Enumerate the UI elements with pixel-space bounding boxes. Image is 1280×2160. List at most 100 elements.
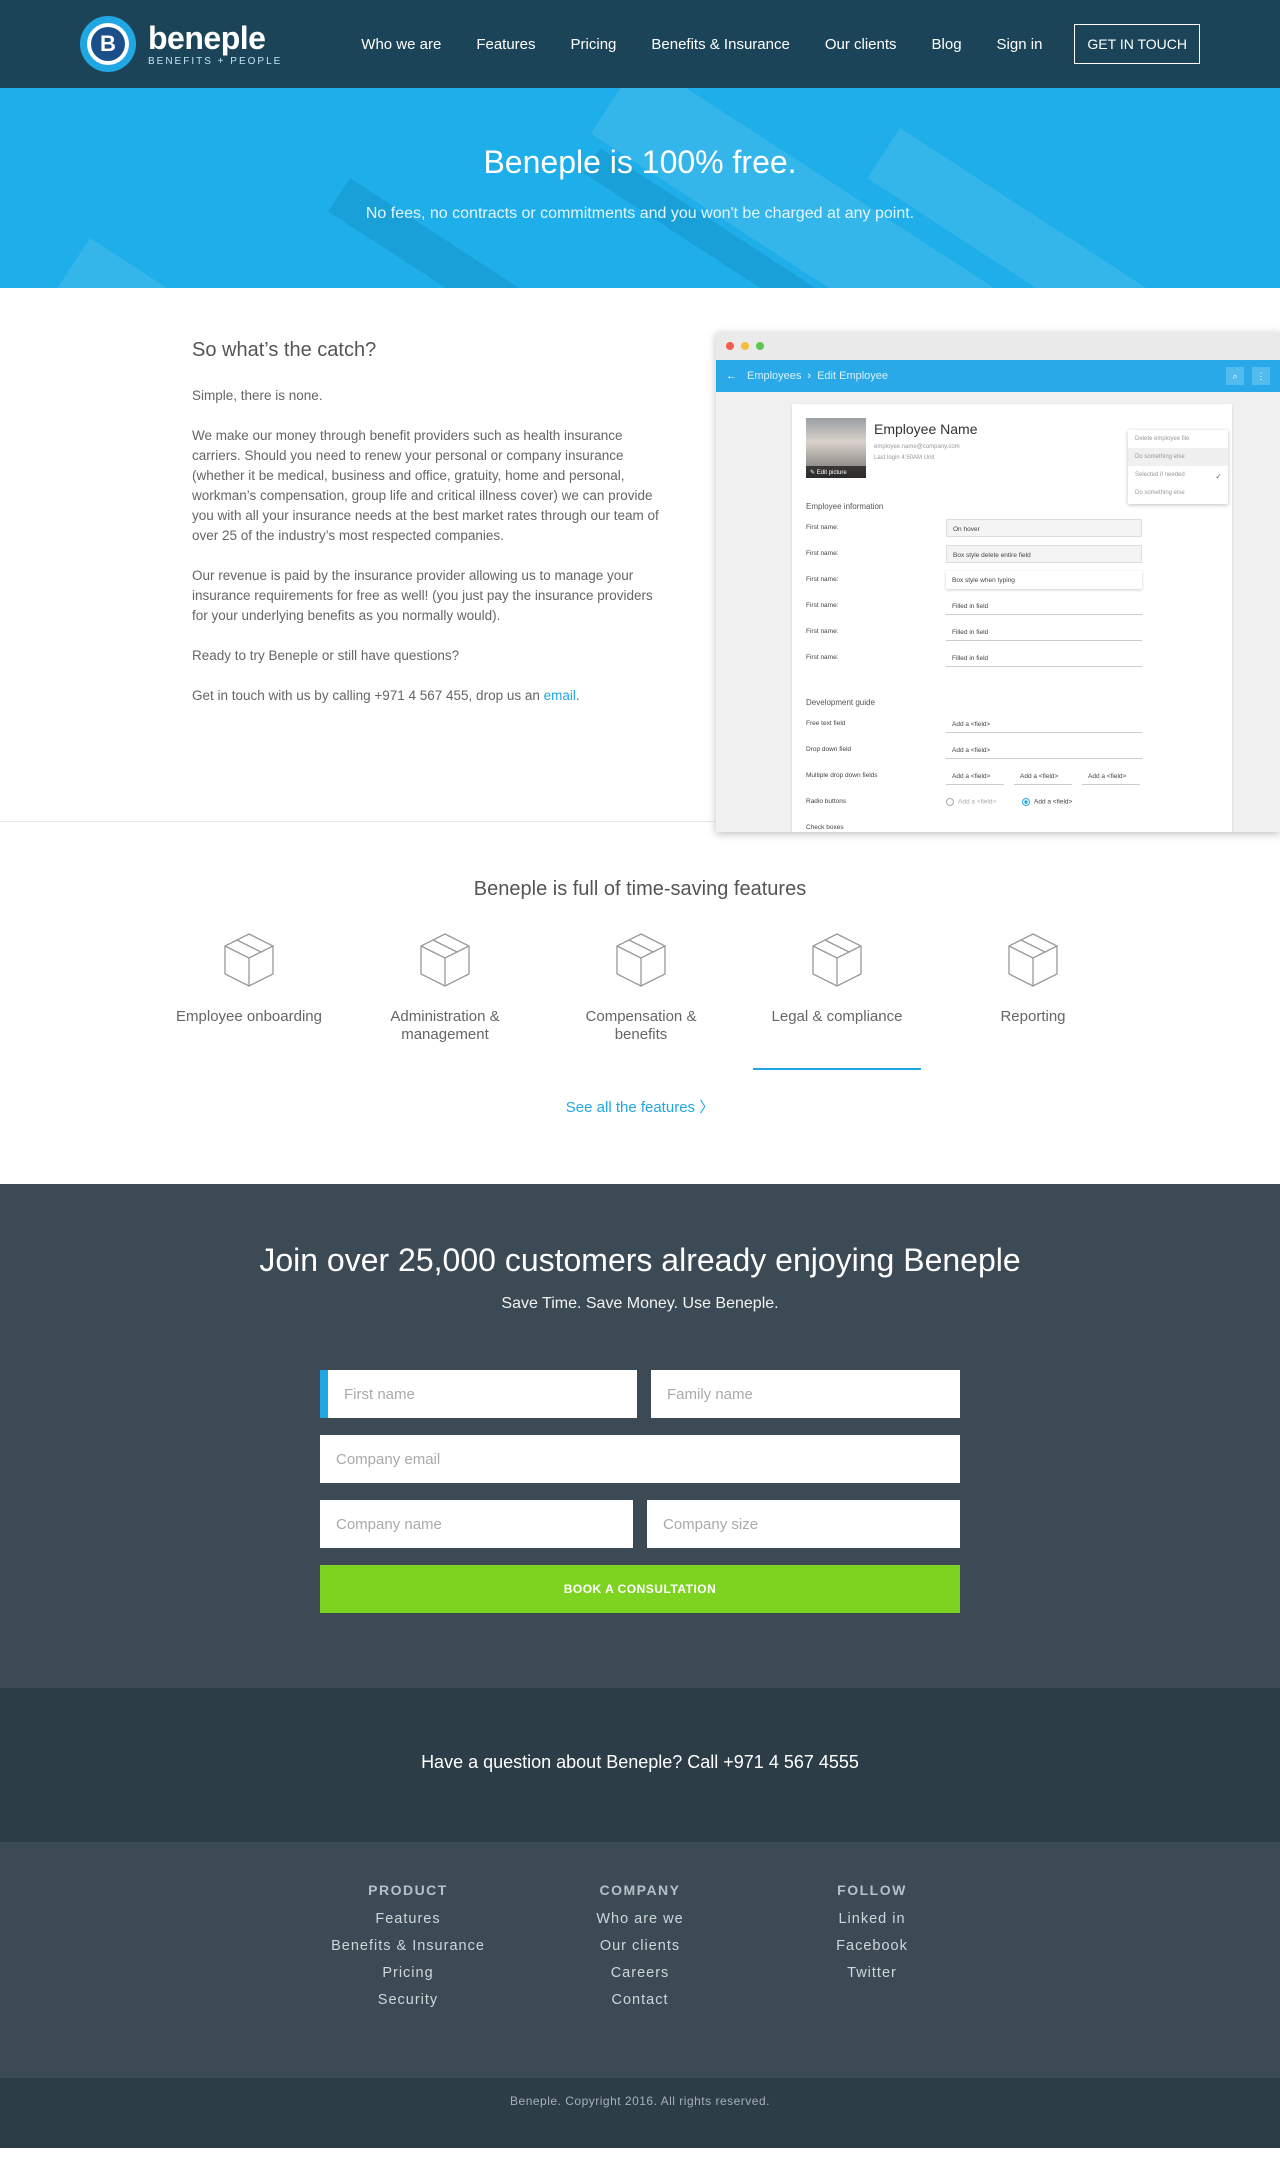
more-icon: ⋮: [1252, 367, 1270, 385]
signup-section: Join over 25,000 customers already enjoy…: [0, 1184, 1280, 1688]
edit-picture-label: ✎ Edit picture: [806, 466, 866, 478]
footer-link-pricing[interactable]: Pricing: [292, 1960, 524, 1987]
catch-paragraph: Our revenue is paid by the insurance pro…: [192, 568, 653, 623]
consultation-form: BOOK A CONSULTATION: [320, 1370, 960, 1613]
app-mockup: ← Employees › Edit Employee ⌕ ⋮ ✎ Edit p…: [716, 332, 1280, 832]
call-text: Have a question about Beneple? Call +971…: [421, 1752, 859, 1772]
feature-tabs: Employee onboarding Administration & man…: [151, 930, 1131, 1070]
main-nav: Who we are Features Pricing Benefits & I…: [326, 24, 1200, 64]
nav-blog[interactable]: Blog: [932, 36, 962, 53]
form-row: First name: Box style delete entire fiel…: [806, 542, 1232, 568]
employee-avatar: ✎ Edit picture: [806, 418, 866, 478]
see-all-features-link[interactable]: See all the features 〉: [0, 1096, 1280, 1117]
nav-features[interactable]: Features: [476, 36, 535, 53]
nav-our-clients[interactable]: Our clients: [825, 36, 897, 53]
radio-selected-icon: [1022, 798, 1030, 806]
footer-link-our-clients[interactable]: Our clients: [524, 1933, 756, 1960]
features-heading: Beneple is full of time-saving features: [473, 878, 807, 900]
nav-benefits-insurance[interactable]: Benefits & Insurance: [651, 36, 789, 53]
section-employee-information: Employee information: [806, 502, 884, 511]
logo-name: beneple: [148, 19, 266, 56]
breadcrumb-separator: ›: [807, 370, 812, 382]
feature-legal-compliance[interactable]: Legal & compliance: [739, 930, 935, 1070]
copyright-text: Beneple. Copyright 2016. All rights rese…: [510, 2094, 770, 2108]
logo-tagline: BENEFITS + PEOPLE: [148, 55, 283, 67]
email-link[interactable]: email: [544, 688, 576, 703]
company-name-field[interactable]: [320, 1500, 633, 1548]
copyright-bar: Beneple. Copyright 2016. All rights rese…: [0, 2078, 1280, 2148]
menu-item: Delete employee file: [1135, 436, 1190, 442]
catch-paragraph: Get in touch with us by calling +971 4 5…: [192, 688, 580, 703]
feature-reporting[interactable]: Reporting: [935, 930, 1131, 1070]
get-in-touch-button[interactable]: GET IN TOUCH: [1074, 24, 1200, 64]
box-icon: [1008, 933, 1058, 987]
hero-subtitle: No fees, no contracts or commitments and…: [365, 205, 915, 222]
box-icon: [812, 933, 862, 987]
box-icon: [420, 933, 470, 987]
employee-name: Employee Name: [874, 421, 978, 437]
window-titlebar: [716, 332, 1280, 360]
maximize-dot-icon: [756, 342, 764, 350]
mockup-app-bar: ← Employees › Edit Employee ⌕ ⋮: [716, 360, 1280, 392]
company-size-field[interactable]: [647, 1500, 960, 1548]
footer-link-careers[interactable]: Careers: [524, 1960, 756, 1987]
first-name-field[interactable]: [320, 1370, 637, 1418]
footer-link-benefits-insurance[interactable]: Benefits & Insurance: [292, 1933, 524, 1960]
radio-icon: [946, 798, 954, 806]
form-row: Multiple drop down fields Add a <field> …: [806, 764, 1232, 790]
logo[interactable]: B beneple BENEFITS + PEOPLE: [80, 16, 282, 72]
employee-last-login: Last login 4:50AM Unit: [874, 455, 935, 461]
back-arrow-icon: ←: [726, 370, 737, 382]
search-icon: ⌕: [1226, 367, 1244, 385]
feature-administration-management[interactable]: Administration & management: [347, 930, 543, 1070]
feature-employee-onboarding[interactable]: Employee onboarding: [151, 930, 347, 1070]
nav-pricing[interactable]: Pricing: [571, 36, 617, 53]
breadcrumb-edit-employee: Edit Employee: [817, 370, 889, 382]
menu-item: Do something else: [1135, 490, 1185, 496]
site-header: B beneple BENEFITS + PEOPLE Who we are F…: [0, 0, 1280, 88]
footer-link-linkedin[interactable]: Linked in: [756, 1906, 988, 1933]
call-banner: Have a question about Beneple? Call +971…: [0, 1688, 1280, 1842]
employee-card: ✎ Edit picture Employee Name employee.na…: [792, 404, 1232, 832]
form-row: Free text field Add a <field>: [806, 712, 1232, 738]
footer-link-twitter[interactable]: Twitter: [756, 1960, 988, 1987]
form-row: Radio buttons Add a <field> Add a <field…: [806, 798, 1073, 806]
employee-email: employee.name@company.com: [874, 444, 960, 450]
features-section: Beneple is full of time-saving features …: [0, 822, 1280, 1184]
catch-paragraph: We make our money through benefit provid…: [192, 428, 659, 543]
footer-link-features[interactable]: Features: [292, 1906, 524, 1933]
footer-link-who-are-we[interactable]: Who are we: [524, 1906, 756, 1933]
breadcrumb-employees: Employees: [747, 370, 802, 382]
catch-text: So what’s the catch? Simple, there is no…: [192, 340, 664, 726]
box-icon: [616, 933, 666, 987]
company-email-field[interactable]: [320, 1435, 960, 1483]
check-icon: ✓: [1215, 472, 1222, 481]
footer-column-title: PRODUCT: [368, 1882, 448, 1898]
hero-title: Beneple is 100% free.: [483, 144, 797, 180]
logo-mark: B: [80, 16, 136, 72]
footer-link-facebook[interactable]: Facebook: [756, 1933, 988, 1960]
footer-link-security[interactable]: Security: [292, 1987, 524, 2014]
context-menu: Delete employee file Do something else S…: [1128, 430, 1228, 504]
nav-sign-in[interactable]: Sign in: [997, 36, 1043, 53]
catch-paragraph: Ready to try Beneple or still have quest…: [192, 648, 460, 663]
site-footer: PRODUCT Features Benefits & Insurance Pr…: [0, 1842, 1280, 2078]
form-row: Drop down field Add a <field>: [806, 738, 1232, 764]
minimize-dot-icon: [741, 342, 749, 350]
footer-column-title: FOLLOW: [837, 1882, 907, 1898]
book-consultation-button[interactable]: BOOK A CONSULTATION: [320, 1565, 960, 1613]
nav-who-we-are[interactable]: Who we are: [361, 36, 441, 53]
footer-column-title: COMPANY: [599, 1882, 681, 1898]
family-name-field[interactable]: [651, 1370, 960, 1418]
catch-heading: So what’s the catch?: [192, 339, 377, 361]
feature-compensation-benefits[interactable]: Compensation & benefits: [543, 930, 739, 1070]
form-row: First name: Filled in field: [806, 646, 1232, 672]
form-row: First name: Box style when typing: [806, 568, 1232, 594]
form-row: First name: Filled in field: [806, 594, 1232, 620]
footer-link-contact[interactable]: Contact: [524, 1987, 756, 2014]
form-row: First name: On hover: [806, 516, 1232, 542]
signup-heading: Join over 25,000 customers already enjoy…: [259, 1242, 1021, 1278]
footer-column-product: PRODUCT Features Benefits & Insurance Pr…: [292, 1882, 524, 2078]
form-row: First name: Filled in field: [806, 620, 1232, 646]
catch-paragraph: Simple, there is none.: [192, 388, 323, 403]
